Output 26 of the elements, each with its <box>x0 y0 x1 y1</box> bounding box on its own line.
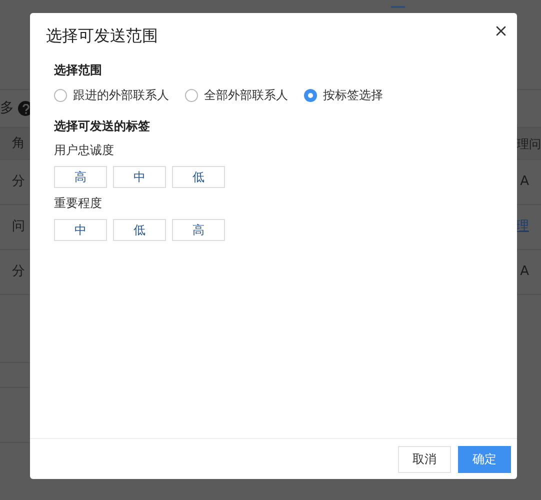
dialog-title: 选择可发送范围 <box>46 25 158 47</box>
radio-option[interactable]: 全部外部联系人 <box>185 86 288 104</box>
tag-button[interactable]: 中 <box>113 166 166 188</box>
group-label: 用户忠诚度 <box>54 142 115 159</box>
tag-button[interactable]: 高 <box>54 166 107 188</box>
table-cell-text: 理问 <box>517 136 541 152</box>
radio-button[interactable] <box>304 88 317 102</box>
tag-button[interactable]: 低 <box>172 166 225 188</box>
table-cell-text: 问 <box>12 218 25 236</box>
section-heading: 选择范围 <box>54 62 103 79</box>
table-cell-text: 角 <box>12 134 25 153</box>
radio-button[interactable] <box>185 88 198 102</box>
table-cell-text: 分 <box>12 263 25 282</box>
table-cell-text: A <box>520 263 529 282</box>
group-label: 重要程度 <box>54 195 103 212</box>
radio-button[interactable] <box>54 88 67 102</box>
table-cell-text: 分 <box>12 173 25 192</box>
radio-option[interactable]: 跟进的外部联系人 <box>54 86 169 104</box>
tag-button[interactable]: 高 <box>172 219 225 241</box>
tag-button[interactable]: 低 <box>113 219 166 241</box>
section-label: 多 <box>0 99 14 118</box>
table-cell-text: A <box>520 173 529 192</box>
cancel-button[interactable]: 取消 <box>398 446 451 472</box>
radio-option[interactable]: 按标签选择 <box>304 86 383 104</box>
tag-button[interactable]: 中 <box>54 219 107 241</box>
section-heading: 选择可发送的标签 <box>54 118 151 135</box>
